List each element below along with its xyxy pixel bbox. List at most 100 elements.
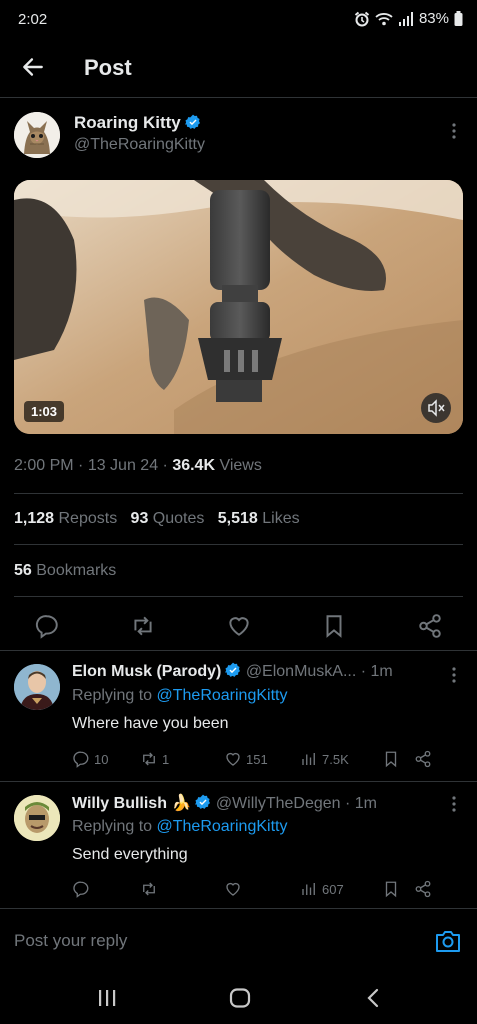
- reply-icon[interactable]: [34, 613, 60, 639]
- battery-icon: [454, 11, 463, 26]
- divider: [14, 544, 463, 545]
- back-arrow-icon[interactable]: [20, 54, 46, 80]
- reply-header: Elon Musk (Parody) @ElonMuskA... · 1m: [72, 662, 393, 680]
- bookmarks-stat[interactable]: 56 Bookmarks: [14, 562, 116, 580]
- share-icon[interactable]: [414, 880, 432, 898]
- video-thumbnail: [14, 180, 463, 434]
- more-icon[interactable]: [446, 665, 462, 685]
- reply-avatar[interactable]: [14, 664, 60, 710]
- repost-icon: [143, 752, 155, 766]
- reply-author-name[interactable]: Elon Musk (Parody): [72, 663, 221, 680]
- like-button[interactable]: [224, 880, 294, 898]
- views-icon: [302, 753, 315, 765]
- author-handle[interactable]: @TheRoaringKitty: [74, 136, 205, 154]
- share-icon[interactable]: [414, 750, 432, 768]
- author-name-row[interactable]: Roaring Kitty: [74, 113, 201, 133]
- more-icon[interactable]: [446, 121, 462, 141]
- reply-text: Send everything: [72, 846, 188, 863]
- mute-button[interactable]: [421, 393, 451, 423]
- divider: [14, 596, 463, 597]
- reply-author-emoji: 🍌: [171, 795, 192, 812]
- post-time: 2:00 PM: [14, 457, 74, 474]
- nav-back-icon[interactable]: [365, 988, 381, 1008]
- reply-composer[interactable]: Post your reply: [0, 908, 477, 974]
- reply-icon: [73, 751, 89, 768]
- post-meta: 2:00 PM · 13 Jun 24 · 36.4K Views: [14, 457, 262, 474]
- reply-button[interactable]: 10: [72, 750, 132, 768]
- like-icon[interactable]: [226, 613, 252, 639]
- status-time: 2:02: [18, 11, 48, 28]
- views-count: 36.4K: [172, 457, 216, 474]
- author-name[interactable]: Roaring Kitty: [74, 113, 181, 132]
- post-action-bar: [14, 606, 463, 646]
- bookmarks-count: 56: [14, 562, 32, 579]
- status-icons: 83%: [354, 10, 463, 27]
- repost-count: 1: [162, 751, 170, 767]
- repost-button[interactable]: [140, 880, 200, 898]
- battery-percent: 83%: [418, 10, 449, 27]
- likes-stat[interactable]: 5,518 Likes: [218, 510, 300, 527]
- replying-to-handle[interactable]: @TheRoaringKitty: [157, 818, 288, 835]
- views-count: 607: [322, 881, 344, 897]
- recents-icon[interactable]: [96, 988, 118, 1008]
- quotes-label: Quotes: [152, 510, 205, 527]
- reply-icon: [73, 881, 89, 898]
- replying-to: Replying to @TheRoaringKitty: [72, 818, 287, 836]
- likes-label: Likes: [262, 510, 300, 527]
- replying-to-handle[interactable]: @TheRoaringKitty: [157, 687, 288, 704]
- reply-button[interactable]: [72, 880, 132, 898]
- repost-icon[interactable]: [130, 613, 156, 639]
- bookmarks-label: Bookmarks: [36, 562, 117, 579]
- share-icon[interactable]: [417, 613, 443, 639]
- camera-icon[interactable]: [435, 929, 461, 953]
- reposts-count: 1,128: [14, 510, 55, 527]
- reposts-label: Reposts: [58, 510, 118, 527]
- video-player[interactable]: 1:03: [14, 180, 463, 434]
- like-icon: [226, 752, 240, 766]
- home-icon[interactable]: [229, 988, 251, 1008]
- quotes-stat[interactable]: 93 Quotes: [131, 510, 205, 527]
- more-icon[interactable]: [446, 794, 462, 814]
- status-bar: 2:02 83%: [0, 0, 477, 40]
- reply-author-name[interactable]: Willy Bullish: [72, 795, 167, 812]
- reply-input[interactable]: Post your reply: [14, 931, 127, 951]
- divider: [14, 493, 463, 494]
- reply-age: 1m: [354, 795, 377, 812]
- reposts-stat[interactable]: 1,128 Reposts: [14, 510, 117, 527]
- reply-author-handle[interactable]: @ElonMuskA...: [246, 663, 357, 680]
- reply-avatar[interactable]: [14, 795, 60, 841]
- replying-to-label: Replying to: [72, 818, 153, 835]
- like-count: 151: [246, 751, 268, 767]
- views-button[interactable]: 7.5K: [300, 750, 370, 768]
- bookmark-icon[interactable]: [382, 750, 400, 768]
- reply-text: Where have you been: [72, 715, 229, 732]
- reply-age: 1m: [370, 663, 393, 680]
- views-button[interactable]: 607: [300, 880, 370, 898]
- verified-icon: [225, 662, 241, 677]
- repost-button[interactable]: 1: [140, 750, 200, 768]
- repost-icon: [143, 882, 155, 896]
- like-button[interactable]: 151: [224, 750, 294, 768]
- reply-item[interactable]: Elon Musk (Parody) @ElonMuskA... · 1m Re…: [0, 651, 477, 781]
- quotes-count: 93: [130, 510, 149, 527]
- post-stats: 1,128 Reposts 93 Quotes 5,518 Likes: [14, 510, 300, 528]
- bookmark-icon[interactable]: [382, 880, 400, 898]
- author-avatar[interactable]: [14, 112, 60, 158]
- alarm-icon: [354, 11, 370, 26]
- wifi-icon: [375, 12, 393, 25]
- reply-header: Willy Bullish 🍌 @WillyTheDegen · 1m: [72, 794, 377, 812]
- reply-action-bar: 10 1 151 7.5K: [72, 750, 460, 768]
- video-duration: 1:03: [24, 401, 65, 422]
- reply-author-handle[interactable]: @WillyTheDegen: [216, 795, 341, 812]
- app-header: Post: [0, 40, 477, 98]
- like-icon: [226, 882, 240, 896]
- views-label: Views: [219, 457, 262, 474]
- mute-icon: [428, 399, 445, 417]
- likes-count: 5,518: [217, 510, 258, 527]
- reply-item[interactable]: Willy Bullish 🍌 @WillyTheDegen · 1m Repl…: [0, 782, 477, 908]
- replying-to: Replying to @TheRoaringKitty: [72, 687, 287, 705]
- page-title: Post: [84, 55, 132, 80]
- bookmark-icon[interactable]: [321, 613, 347, 639]
- system-nav-bar: [0, 974, 477, 1024]
- verified-icon: [184, 114, 200, 129]
